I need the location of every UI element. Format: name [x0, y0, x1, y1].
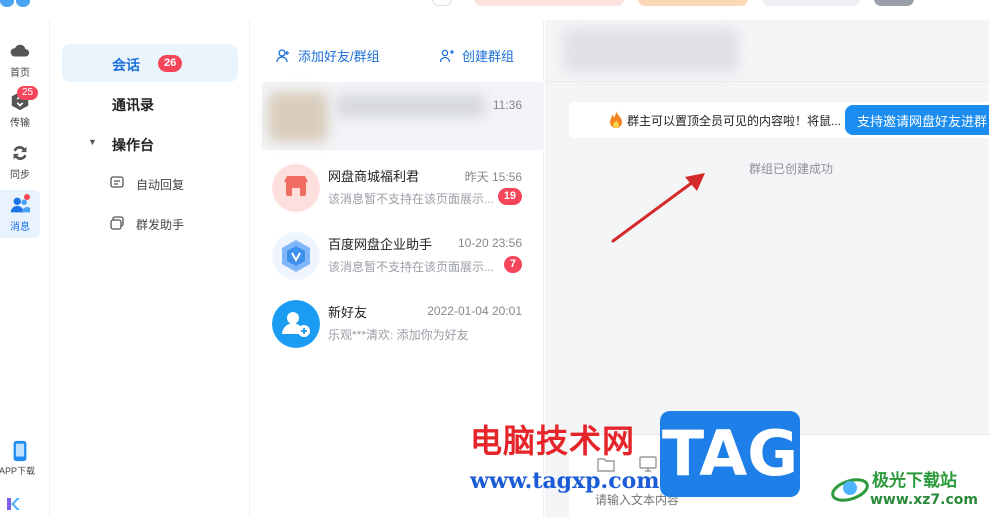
top-pill-5[interactable] — [874, 0, 914, 6]
chat-header — [545, 20, 989, 82]
watermark-aurora-url: www.xz7.com — [870, 492, 978, 508]
create-group-icon — [440, 49, 454, 63]
rail-item-transfer[interactable]: 传输 25 — [0, 86, 40, 134]
watermark-aurora: 极光下载站 www.xz7.com — [830, 466, 989, 514]
fire-icon — [610, 111, 622, 128]
nav-badge-conversations: 26 — [158, 55, 183, 72]
conversation-name: 网盘商城福利君 — [328, 169, 420, 184]
brand-k-icon — [7, 498, 20, 510]
conversation-time: 11:36 — [492, 98, 522, 112]
mass-send-icon — [110, 216, 124, 230]
conversation-time: 2022-01-04 20:01 — [427, 304, 522, 318]
cloud-home-icon — [10, 44, 30, 57]
rail-item-sync[interactable]: 同步 — [0, 138, 40, 186]
watermark-site-url: www.tagxp.com — [470, 468, 660, 494]
blurred-avatar — [268, 92, 328, 142]
create-group-label: 创建群组 — [462, 49, 515, 64]
rail-item-app-download[interactable]: APP下载 — [0, 436, 40, 484]
conversation-preview: 乐观***清欢: 添加你为好友 — [328, 328, 469, 342]
unread-badge: 7 — [503, 256, 522, 273]
top-bar — [0, 0, 989, 20]
red-annotation-arrow-icon — [611, 173, 705, 243]
rail-label-sync: 同步 — [10, 170, 30, 181]
blurred-chat-title — [563, 28, 739, 72]
nav-item-contacts[interactable]: 通讯录 — [62, 84, 238, 122]
system-message: 群组已创建成功 — [749, 162, 834, 176]
watermark-aurora-name: 极光下载站 — [872, 471, 957, 491]
nav-sub-mass-send[interactable]: 群发助手 — [110, 212, 250, 236]
add-friend-label: 添加好友/群组 — [298, 49, 380, 64]
rail-item-messages[interactable]: 消息 — [0, 190, 40, 238]
add-user-icon — [276, 49, 289, 63]
shop-avatar-icon — [272, 164, 320, 212]
enterprise-assistant-avatar-icon — [272, 232, 320, 280]
app-logo — [0, 0, 40, 7]
new-friend-avatar-icon — [272, 300, 320, 348]
tag-logo: TAG — [660, 411, 800, 497]
nav-label-conversations: 会话 — [112, 57, 140, 73]
caret-down-icon: ▼ — [88, 137, 97, 147]
rail-label-transfer: 传输 — [10, 118, 30, 129]
top-pill-1[interactable] — [432, 0, 452, 6]
rail-item-home[interactable]: 首页 — [0, 36, 40, 84]
top-pill-4[interactable] — [762, 0, 860, 6]
unread-badge: 19 — [497, 188, 522, 205]
nav-label-workbench: 操作台 — [112, 137, 154, 153]
pinned-notice[interactable]: 群主可以置顶全员可见的内容啦！将鼠... 支持邀请网盘好友进群 — [569, 102, 989, 138]
rail-label-home: 首页 — [10, 68, 30, 79]
rail-badge-transfer: 25 — [17, 86, 39, 100]
conversation-time: 昨天 15:56 — [464, 170, 522, 184]
create-group-button[interactable]: 创建群组 — [440, 46, 514, 65]
conversation-time: 10-20 23:56 — [457, 236, 522, 250]
nav-label-contacts: 通讯录 — [112, 97, 154, 113]
rail-label-app-download: APP下载 — [0, 466, 35, 476]
nav-sub-auto-reply[interactable]: 自动回复 — [110, 172, 250, 196]
aurora-logo-icon — [831, 478, 869, 502]
top-pill-2[interactable] — [474, 0, 624, 6]
notice-text: 群主可以置顶全员可见的内容啦！将鼠... — [627, 114, 842, 128]
conversation-item[interactable]: 新好友 2022-01-04 20:01 乐观***清欢: 添加你为好友 — [262, 288, 544, 358]
rail-label-messages: 消息 — [10, 222, 30, 233]
nav-label-auto-reply: 自动回复 — [136, 178, 185, 192]
add-friend-button[interactable]: 添加好友/群组 — [276, 46, 380, 65]
phone-icon — [13, 440, 27, 462]
blurred-name — [336, 94, 486, 118]
invite-friends-button[interactable]: 支持邀请网盘好友进群 — [845, 105, 989, 135]
conversation-preview: 该消息暂不支持在该页面展示... — [328, 192, 495, 206]
conversation-name: 新好友 — [328, 305, 368, 320]
nav-label-mass-send: 群发助手 — [136, 218, 185, 232]
top-pill-3[interactable] — [638, 0, 748, 6]
conversation-item[interactable]: 网盘商城福利君 昨天 15:56 该消息暂不支持在该页面展示... 19 — [262, 152, 544, 222]
conversation-item-selected[interactable]: 11:36 — [262, 82, 544, 150]
nav-item-workbench[interactable]: ▼ 操作台 — [62, 124, 238, 162]
conversation-item[interactable]: 百度网盘企业助手 10-20 23:56 该消息暂不支持在该页面展示... 7 — [262, 220, 544, 290]
auto-reply-icon — [110, 176, 124, 188]
watermark-site-name: 电脑技术网 — [470, 422, 636, 460]
conversation-preview: 该消息暂不支持在该页面展示... — [328, 260, 495, 274]
rail-dot-messages — [24, 194, 30, 200]
left-rail: 首页 传输 25 同步 消息 APP下载 — [0, 20, 50, 517]
conversation-name: 百度网盘企业助手 — [328, 237, 433, 252]
nav-item-conversations[interactable]: 会话 26 — [62, 44, 238, 82]
conversation-actions: 添加好友/群组 创建群组 — [250, 20, 544, 80]
nav-panel: 会话 26 通讯录 ▼ 操作台 自动回复 群发助手 — [50, 20, 250, 517]
sync-icon — [13, 146, 27, 160]
